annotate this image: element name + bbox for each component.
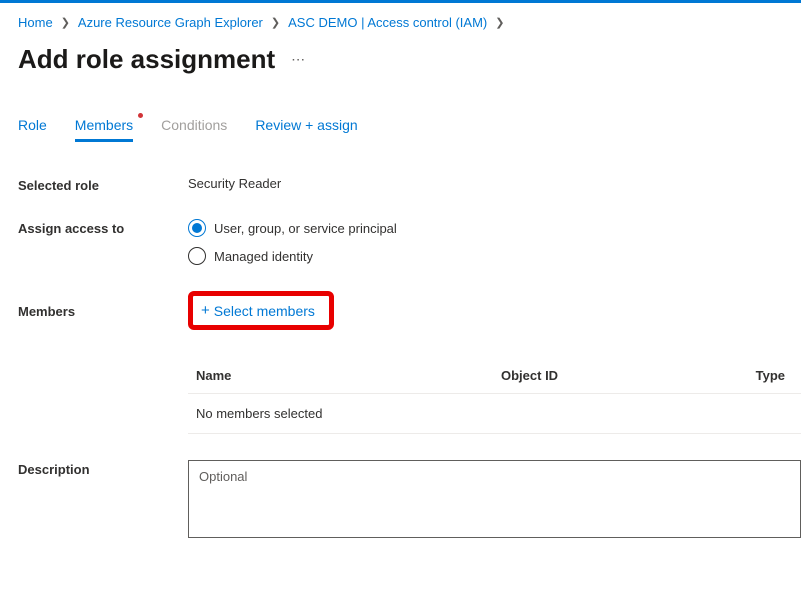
members-label: Members [18, 302, 188, 319]
title-row: Add role assignment ⋯ [18, 44, 801, 75]
radio-managed-label: Managed identity [214, 249, 313, 264]
row-assign-access: Assign access to User, group, or service… [18, 219, 801, 265]
row-selected-role: Selected role Security Reader [18, 176, 801, 193]
row-members: Members + Select members [18, 291, 801, 330]
selected-role-label: Selected role [18, 176, 188, 193]
select-members-label: Select members [214, 303, 315, 319]
assign-access-label: Assign access to [18, 219, 188, 236]
row-description: Description [18, 460, 801, 538]
members-table-header: Name Object ID Type [188, 358, 801, 394]
breadcrumb-iam[interactable]: ASC DEMO | Access control (IAM) [288, 15, 487, 30]
tab-members-label: Members [75, 117, 133, 133]
breadcrumb-home[interactable]: Home [18, 15, 53, 30]
description-input[interactable] [188, 460, 801, 538]
description-label: Description [18, 460, 188, 477]
breadcrumb-explorer[interactable]: Azure Resource Graph Explorer [78, 15, 263, 30]
badge-dot-icon [138, 113, 143, 118]
col-header-type: Type [736, 368, 793, 383]
breadcrumb: Home ❯ Azure Resource Graph Explorer ❯ A… [18, 15, 801, 30]
col-header-name: Name [196, 368, 501, 383]
tab-review-assign[interactable]: Review + assign [255, 117, 357, 142]
tab-role[interactable]: Role [18, 117, 47, 142]
page-title: Add role assignment [18, 44, 275, 75]
tab-members[interactable]: Members [75, 117, 133, 142]
radio-icon [188, 247, 206, 265]
members-table: Name Object ID Type No members selected [188, 358, 801, 434]
radio-icon [188, 219, 206, 237]
select-members-button[interactable]: + Select members [188, 291, 334, 330]
radio-managed-identity[interactable]: Managed identity [188, 247, 801, 265]
tabs: Role Members Conditions Review + assign [18, 117, 801, 142]
chevron-right-icon: ❯ [495, 16, 504, 29]
plus-icon: + [201, 302, 210, 319]
selected-role-value: Security Reader [188, 176, 801, 191]
chevron-right-icon: ❯ [61, 16, 70, 29]
more-icon[interactable]: ⋯ [291, 51, 307, 68]
members-empty-text: No members selected [188, 394, 801, 434]
tab-conditions: Conditions [161, 117, 227, 142]
radio-user-group-principal[interactable]: User, group, or service principal [188, 219, 801, 237]
chevron-right-icon: ❯ [271, 16, 280, 29]
radio-user-label: User, group, or service principal [214, 221, 397, 236]
col-header-object-id: Object ID [501, 368, 736, 383]
assign-access-radio-group: User, group, or service principal Manage… [188, 219, 801, 265]
